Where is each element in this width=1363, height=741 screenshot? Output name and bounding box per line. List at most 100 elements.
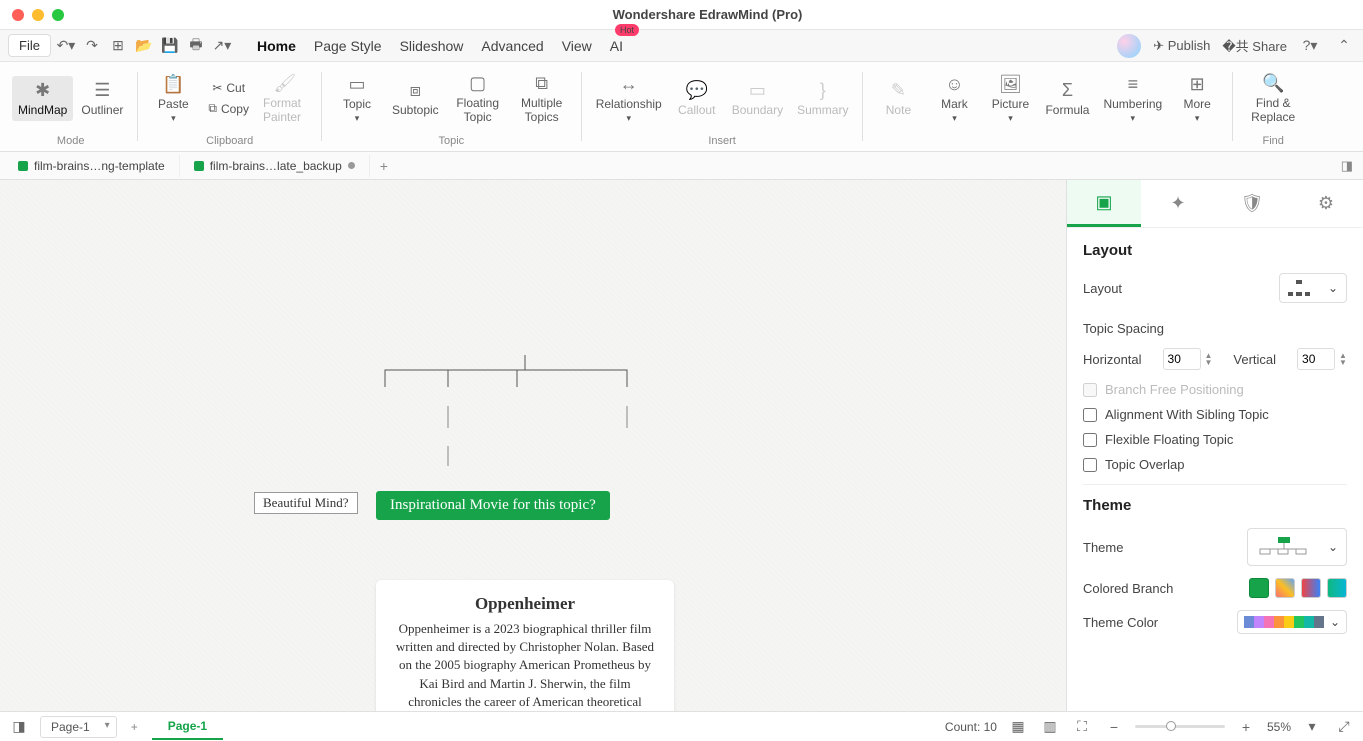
formula-icon: Σ	[1062, 80, 1073, 101]
save-icon[interactable]: 💾	[159, 35, 181, 57]
add-tab-button[interactable]: +	[370, 154, 398, 178]
tab-view[interactable]: View	[562, 38, 592, 54]
count-label: Count: 10	[945, 720, 997, 734]
boundary-icon: ▭	[749, 80, 766, 101]
colored-branch-opt-3[interactable]	[1301, 578, 1321, 598]
page-tab-1[interactable]: Page-1	[152, 714, 223, 740]
topic-overlap-checkbox[interactable]	[1083, 458, 1097, 472]
publish-button[interactable]: ✈ Publish	[1153, 38, 1210, 54]
zoom-out-button[interactable]: −	[1103, 716, 1125, 738]
find-replace-button[interactable]: 🔍Find & Replace	[1241, 69, 1305, 128]
chevron-down-icon: ⌄	[1328, 540, 1338, 554]
callout-button[interactable]: 💬Callout	[670, 76, 724, 121]
vertical-input[interactable]	[1297, 348, 1335, 370]
layout-heading: Layout	[1083, 242, 1347, 259]
colored-branch-opt-1[interactable]	[1249, 578, 1269, 598]
find-group-label: Find	[1262, 135, 1283, 147]
ribbon: ✱MindMap ☰Outliner Mode 📋Paste▾ ✂Cut ⧉Co…	[0, 62, 1363, 152]
tab-page-style[interactable]: Page Style	[314, 38, 382, 54]
cut-icon: ✂	[212, 81, 222, 95]
open-icon[interactable]: 📂	[133, 35, 155, 57]
pages-panel-icon[interactable]: ◨	[8, 716, 30, 738]
zoom-in-button[interactable]: +	[1235, 716, 1257, 738]
floating-topic-beautiful-mind[interactable]: Beautiful Mind?	[254, 492, 358, 514]
colored-branch-opt-4[interactable]	[1327, 578, 1347, 598]
doc-tab-1[interactable]: film-brains…ng-template	[4, 155, 180, 177]
boundary-button[interactable]: ▭Boundary	[726, 76, 789, 121]
horizontal-stepper[interactable]: ▲▼	[1205, 352, 1213, 366]
align-sibling-checkbox[interactable]	[1083, 408, 1097, 422]
copy-button[interactable]: ⧉Copy	[202, 99, 255, 118]
layout-type-icon	[1288, 280, 1310, 296]
horizontal-input[interactable]	[1163, 348, 1201, 370]
close-window-icon[interactable]	[12, 9, 24, 21]
help-icon[interactable]: ?▾	[1299, 35, 1321, 57]
floating-topic-inspirational[interactable]: Inspirational Movie for this topic?	[376, 491, 610, 520]
cut-button[interactable]: ✂Cut	[202, 79, 255, 97]
relationship-icon: ↔	[620, 74, 638, 95]
tab-ai[interactable]: AIHot	[610, 38, 623, 54]
minimize-window-icon[interactable]	[32, 9, 44, 21]
main-tabs: Home Page Style Slideshow Advanced View …	[257, 38, 623, 54]
topic-button[interactable]: ▭Topic▾	[330, 70, 384, 128]
zoom-slider[interactable]	[1135, 725, 1225, 728]
format-painter-button[interactable]: 🖌Format Painter	[257, 69, 313, 128]
add-page-button[interactable]: +	[117, 720, 152, 734]
more-button[interactable]: ⊞More▾	[1170, 70, 1224, 128]
central-topic[interactable]: Oppenheimer Oppenheimer is a 2023 biogra…	[376, 580, 674, 711]
subtopic-button[interactable]: ⧈Subtopic	[386, 76, 445, 121]
floating-topic-button[interactable]: ▢Floating Topic	[447, 69, 509, 128]
fullscreen-icon[interactable]: ⤢	[1333, 716, 1355, 738]
user-avatar[interactable]	[1117, 34, 1141, 58]
formula-button[interactable]: ΣFormula	[1039, 76, 1095, 121]
mark-button[interactable]: ☺Mark▾	[927, 70, 981, 128]
theme-color-label: Theme Color	[1083, 615, 1158, 630]
central-topic-title: Oppenheimer	[394, 594, 656, 614]
doc-tab-2[interactable]: film-brains…late_backup	[180, 155, 370, 177]
redo-icon[interactable]: ↷	[81, 35, 103, 57]
toggle-side-panel-icon[interactable]: ◨	[1331, 154, 1363, 178]
layout-dropdown[interactable]: ⌄	[1279, 273, 1347, 303]
new-icon[interactable]: ⊞	[107, 35, 129, 57]
print-icon[interactable]: 🖶	[185, 35, 207, 57]
tab-home[interactable]: Home	[257, 38, 296, 54]
mark-icon: ☺	[945, 74, 963, 95]
theme-dropdown[interactable]: ⌄	[1247, 528, 1347, 566]
side-tab-layout[interactable]: ▣	[1067, 180, 1141, 227]
outliner-button[interactable]: ☰Outliner	[75, 76, 129, 121]
multiple-topics-button[interactable]: ⧉Multiple Topics	[511, 69, 573, 128]
colored-branch-opt-2[interactable]	[1275, 578, 1295, 598]
canvas[interactable]: Beautiful Mind? Inspirational Movie for …	[0, 180, 1066, 711]
collapse-ribbon-icon[interactable]: ⌃	[1333, 35, 1355, 57]
app-title: Wondershare EdrawMind (Pro)	[613, 7, 803, 22]
theme-color-dropdown[interactable]: ⌄	[1237, 610, 1347, 634]
find-icon: 🔍	[1262, 73, 1284, 94]
side-tab-security-icon[interactable]: 🛡	[1215, 180, 1289, 227]
mindmap-button[interactable]: ✱MindMap	[12, 76, 73, 121]
tab-slideshow[interactable]: Slideshow	[400, 38, 464, 54]
side-tab-ai-icon[interactable]: ✦	[1141, 180, 1215, 227]
zoom-dropdown-icon[interactable]: ▾	[1301, 716, 1323, 738]
numbering-button[interactable]: ≡Numbering▾	[1097, 70, 1168, 128]
summary-button[interactable]: }Summary	[791, 76, 854, 121]
page-dropdown[interactable]: Page-1	[40, 716, 117, 738]
note-button[interactable]: ✎Note	[871, 76, 925, 121]
note-icon: ✎	[891, 80, 906, 101]
undo-icon[interactable]: ↶▾	[55, 35, 77, 57]
view-mode-1-icon[interactable]: ▦	[1007, 716, 1029, 738]
side-tab-settings-icon[interactable]: ⚙	[1289, 180, 1363, 227]
multiple-topics-icon: ⧉	[535, 73, 548, 94]
outliner-icon: ☰	[94, 80, 110, 101]
relationship-button[interactable]: ↔Relationship▾	[590, 70, 668, 128]
view-mode-2-icon[interactable]: ▥	[1039, 716, 1061, 738]
flexible-floating-checkbox[interactable]	[1083, 433, 1097, 447]
maximize-window-icon[interactable]	[52, 9, 64, 21]
export-icon[interactable]: ↗▾	[211, 35, 233, 57]
fit-page-icon[interactable]: ⛶	[1071, 716, 1093, 738]
file-menu[interactable]: File	[8, 34, 51, 57]
picture-button[interactable]: 🖼Picture▾	[983, 70, 1037, 128]
vertical-stepper[interactable]: ▲▼	[1339, 352, 1347, 366]
share-button[interactable]: �共 Share	[1222, 36, 1287, 55]
paste-button[interactable]: 📋Paste▾	[146, 70, 200, 128]
tab-advanced[interactable]: Advanced	[481, 38, 543, 54]
